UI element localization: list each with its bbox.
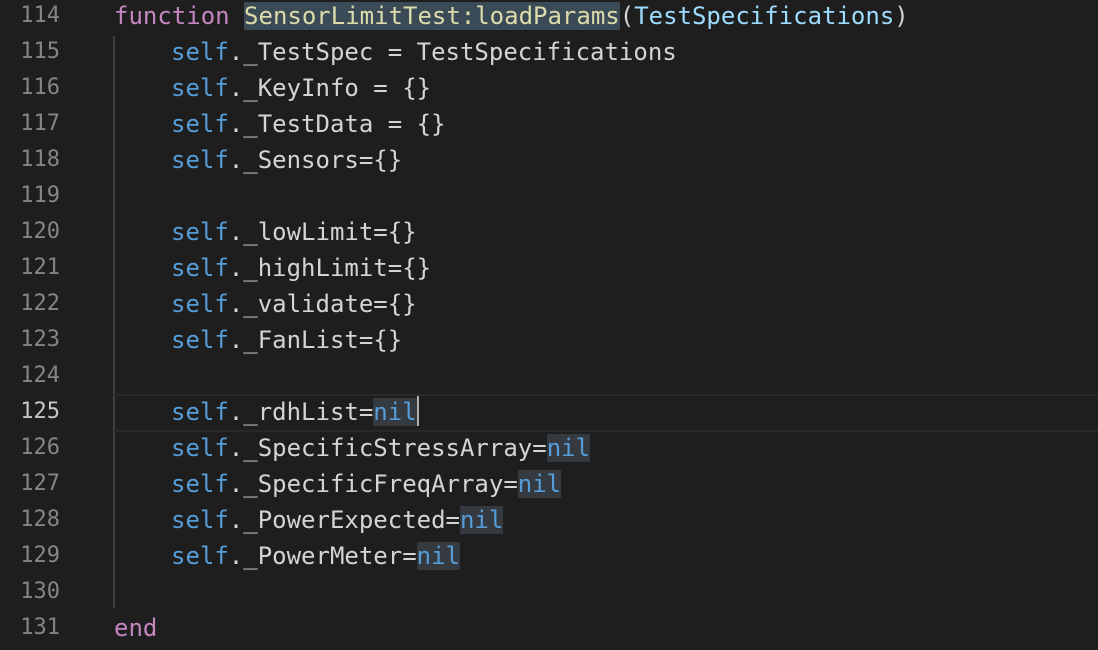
code-line-121[interactable]: 121 self._highLimit={} — [0, 250, 1098, 286]
token-ident: ._highLimit={} — [228, 254, 432, 282]
token-self: self — [171, 38, 229, 66]
token-ident: ._SpecificFreqArray= — [228, 470, 518, 498]
token-nil: nil — [416, 542, 460, 570]
token-self: self — [171, 434, 229, 462]
code-text[interactable]: self._SpecificFreqArray=nil — [171, 466, 562, 502]
code-line-129[interactable]: 129 self._PowerMeter=nil — [0, 538, 1098, 574]
token-self: self — [171, 290, 229, 318]
code-line-127[interactable]: 127 self._SpecificFreqArray=nil — [0, 466, 1098, 502]
token-ident: ._validate={} — [228, 290, 417, 318]
code-text[interactable]: end — [114, 610, 157, 646]
line-number: 131 — [20, 615, 60, 640]
line-number: 125 — [20, 399, 60, 424]
code-line-116[interactable]: 116 self._KeyInfo = {} — [0, 70, 1098, 106]
token-ident: ._Sensors={} — [228, 146, 403, 174]
token-nil: nil — [517, 470, 562, 498]
token-ident: ._lowLimit={} — [228, 218, 417, 246]
token-self: self — [171, 542, 229, 570]
code-line-124[interactable]: 124 — [0, 358, 1098, 394]
code-text[interactable]: self._Sensors={} — [171, 142, 402, 178]
code-line-125[interactable]: 125 self._rdhList=nil — [0, 394, 1098, 432]
token-param: TestSpecifications — [634, 2, 895, 30]
line-number: 130 — [20, 579, 60, 604]
line-number: 116 — [20, 75, 60, 100]
code-text[interactable]: self._FanList={} — [171, 322, 402, 358]
line-number: 129 — [20, 543, 60, 568]
line-number: 128 — [20, 507, 60, 532]
code-line-128[interactable]: 128 self._PowerExpected=nil — [0, 502, 1098, 538]
token-ident: ._rdhList= — [228, 398, 374, 426]
token-self: self — [171, 326, 229, 354]
line-number: 122 — [20, 291, 60, 316]
token-ident: ._TestData = {} — [228, 110, 446, 138]
token-ident: ) — [894, 2, 909, 30]
code-line-130[interactable]: 130 — [0, 574, 1098, 610]
code-text[interactable]: self._highLimit={} — [171, 250, 431, 286]
code-text[interactable]: self._lowLimit={} — [171, 214, 417, 250]
code-text[interactable]: self._KeyInfo = {} — [171, 70, 431, 106]
token-kw: end — [114, 614, 158, 642]
code-line-119[interactable]: 119 — [0, 178, 1098, 214]
token-nil: nil — [546, 434, 591, 462]
code-text[interactable]: self._rdhList=nil — [171, 394, 419, 430]
token-ident: ._PowerExpected= — [228, 506, 460, 534]
code-text[interactable]: self._PowerMeter=nil — [171, 538, 460, 574]
code-text[interactable]: self._TestSpec = TestSpecifications — [171, 34, 677, 70]
text-cursor — [416, 396, 419, 426]
line-number: 127 — [20, 471, 60, 496]
token-ident: ._SpecificStressArray= — [228, 434, 547, 462]
code-line-118[interactable]: 118 self._Sensors={} — [0, 142, 1098, 178]
code-editor[interactable]: 114 function SensorLimitTest:loadParams(T… — [0, 0, 1098, 650]
token-ident: ( — [619, 2, 635, 30]
token-ident — [230, 2, 244, 30]
line-number: 119 — [20, 183, 60, 208]
code-line-123[interactable]: 123 self._FanList={} — [0, 322, 1098, 358]
code-line-117[interactable]: 117 self._TestData = {} — [0, 106, 1098, 142]
code-text[interactable]: self._validate={} — [171, 286, 417, 322]
line-number: 121 — [20, 255, 60, 280]
code-text[interactable]: function SensorLimitTest:loadParams(Test… — [114, 0, 909, 34]
token-self: self — [171, 254, 229, 282]
line-number: 117 — [20, 111, 60, 136]
line-number: 115 — [20, 39, 60, 64]
token-ident: ._FanList={} — [228, 326, 403, 354]
token-self: self — [171, 398, 229, 426]
code-line-115[interactable]: 115 self._TestSpec = TestSpecifications — [0, 34, 1098, 70]
line-number: 118 — [20, 147, 60, 172]
token-kw: function — [114, 2, 230, 30]
code-text[interactable]: self._SpecificStressArray=nil — [171, 430, 591, 466]
token-self: self — [171, 506, 229, 534]
token-nil: nil — [459, 506, 504, 534]
token-nil: nil — [373, 398, 417, 426]
line-number: 124 — [20, 363, 60, 388]
code-line-120[interactable]: 120 self._lowLimit={} — [0, 214, 1098, 250]
token-ident: ._KeyInfo = {} — [228, 74, 432, 102]
token-self: self — [171, 218, 229, 246]
token-ident: ._PowerMeter= — [228, 542, 417, 570]
code-text[interactable]: self._TestData = {} — [171, 106, 446, 142]
code-line-114[interactable]: 114 function SensorLimitTest:loadParams(T… — [0, 0, 1098, 34]
code-text[interactable]: self._PowerExpected=nil — [171, 502, 504, 538]
token-ident: ._TestSpec = TestSpecifications — [228, 38, 677, 66]
token-self: self — [171, 110, 229, 138]
token-fn: SensorLimitTest:loadParams — [244, 2, 620, 30]
line-number: 120 — [20, 219, 60, 244]
line-number: 126 — [20, 435, 60, 460]
line-number: 123 — [20, 327, 60, 352]
line-number: 114 — [20, 3, 60, 28]
token-self: self — [171, 470, 229, 498]
token-self: self — [171, 74, 229, 102]
code-line-122[interactable]: 122 self._validate={} — [0, 286, 1098, 322]
code-line-126[interactable]: 126 self._SpecificStressArray=nil — [0, 430, 1098, 466]
token-self: self — [171, 146, 229, 174]
code-line-131[interactable]: 131 end — [0, 610, 1098, 646]
